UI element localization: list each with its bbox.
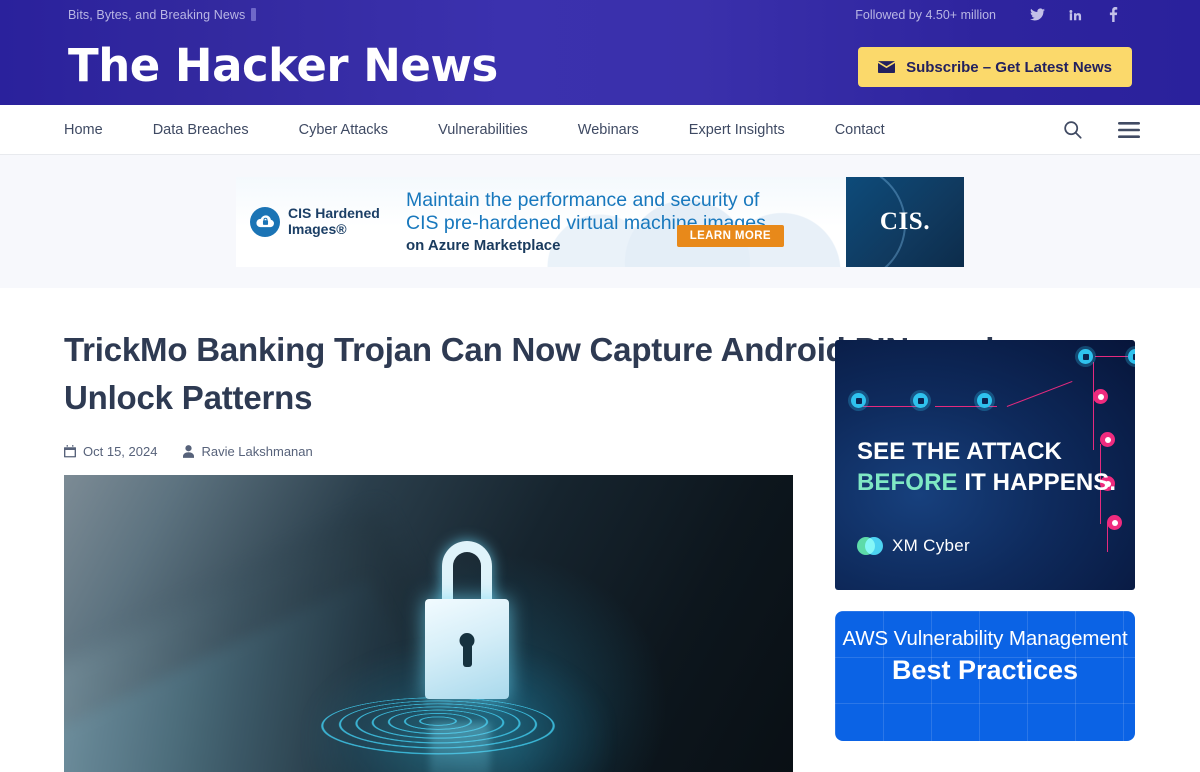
subscribe-button[interactable]: Subscribe – Get Latest News bbox=[858, 47, 1132, 87]
article-column: TrickMo Banking Trojan Can Now Capture A… bbox=[64, 288, 1064, 772]
user-icon bbox=[183, 445, 195, 458]
site-tagline-text: Bits, Bytes, and Breaking News bbox=[68, 7, 246, 22]
xm-node-server-2 bbox=[913, 393, 928, 408]
top-bar: Bits, Bytes, and Breaking News Followed … bbox=[0, 0, 1200, 29]
sidebar: SEE THE ATTACK BEFORE IT HAPPENS. XM Cyb… bbox=[835, 288, 1135, 772]
top-bar-right: Followed by 4.50+ million bbox=[855, 2, 1132, 28]
xm-ad-line2-rest: IT HAPPENS. bbox=[957, 469, 1117, 496]
site-header: Bits, Bytes, and Breaking News Followed … bbox=[0, 0, 1200, 105]
xm-cyber-ad[interactable]: SEE THE ATTACK BEFORE IT HAPPENS. XM Cyb… bbox=[835, 340, 1135, 590]
subscribe-button-label: Subscribe – Get Latest News bbox=[906, 58, 1112, 76]
hamburger-menu-icon[interactable] bbox=[1118, 121, 1140, 138]
follower-count: Followed by 4.50+ million bbox=[855, 7, 996, 22]
envelope-icon bbox=[878, 60, 896, 74]
site-logo[interactable]: The Hacker News bbox=[68, 43, 498, 88]
cis-ad-copy: Maintain the performance and security of… bbox=[402, 189, 846, 254]
aws-ad-line2: Best Practices bbox=[891, 655, 1079, 685]
padlock-reflection bbox=[430, 723, 490, 772]
page-content: TrickMo Banking Trojan Can Now Capture A… bbox=[0, 288, 1200, 772]
nav-icons bbox=[1063, 120, 1140, 139]
cis-cloud-lock-icon bbox=[250, 206, 280, 237]
cis-hardened-images-ad[interactable]: CIS Hardened Images® Maintain the perfor… bbox=[236, 176, 964, 267]
xm-node-server-1 bbox=[851, 393, 866, 408]
facebook-icon[interactable] bbox=[1094, 2, 1132, 28]
linkedin-icon[interactable] bbox=[1056, 2, 1094, 28]
xm-node-crown-jewel bbox=[1107, 515, 1122, 530]
nav-item-webinars[interactable]: Webinars bbox=[553, 122, 664, 138]
xm-node-server-4 bbox=[1078, 349, 1093, 364]
nav-item-cyber-attacks[interactable]: Cyber Attacks bbox=[274, 122, 413, 138]
article-date: Oct 15, 2024 bbox=[64, 444, 157, 459]
main-navigation: Home Data Breaches Cyber Attacks Vulnera… bbox=[0, 105, 1200, 155]
cis-learn-more-button[interactable]: LEARN MORE bbox=[676, 225, 784, 247]
xm-node-alert bbox=[1093, 389, 1108, 404]
xm-logo-icon bbox=[857, 537, 883, 555]
nav-links: Home Data Breaches Cyber Attacks Vulnera… bbox=[64, 122, 1063, 138]
xm-node-server-5 bbox=[1128, 349, 1135, 364]
twitter-icon[interactable] bbox=[1018, 2, 1056, 28]
cis-headline-line1: Maintain the performance and security of bbox=[406, 189, 760, 211]
search-icon[interactable] bbox=[1063, 120, 1082, 139]
nav-item-contact[interactable]: Contact bbox=[810, 122, 910, 138]
header-main: The Hacker News Subscribe – Get Latest N… bbox=[0, 29, 1200, 105]
cis-brand-line2: Images® bbox=[288, 220, 347, 237]
nav-item-vulnerabilities[interactable]: Vulnerabilities bbox=[413, 122, 553, 138]
article-date-text: Oct 15, 2024 bbox=[83, 444, 158, 459]
site-tagline: Bits, Bytes, and Breaking News bbox=[68, 7, 257, 22]
aws-vulnerability-management-ad[interactable]: AWS Vulnerability Management Best Practi… bbox=[835, 611, 1135, 741]
nav-item-home[interactable]: Home bbox=[64, 122, 128, 138]
tagline-bar-icon bbox=[251, 8, 257, 21]
cis-brand-text: CIS Hardened Images® bbox=[288, 204, 380, 237]
cis-logo-text: CIS. bbox=[879, 207, 931, 235]
xm-ad-headline: SEE THE ATTACK BEFORE IT HAPPENS. bbox=[857, 436, 1116, 498]
leaderboard-ad-strip: CIS Hardened Images® Maintain the perfor… bbox=[0, 155, 1200, 288]
xm-ad-line1: SEE THE ATTACK bbox=[857, 438, 1062, 465]
article-author: Ravie Lakshmanan bbox=[183, 444, 313, 459]
calendar-icon bbox=[64, 445, 76, 458]
nav-item-expert-insights[interactable]: Expert Insights bbox=[664, 122, 810, 138]
cis-logo-panel: CIS. bbox=[846, 176, 964, 267]
xm-ad-line2-accent: BEFORE bbox=[857, 469, 958, 496]
article-hero-image[interactable] bbox=[64, 475, 793, 772]
xm-cyber-logo: XM Cyber bbox=[857, 536, 970, 556]
article-author-name[interactable]: Ravie Lakshmanan bbox=[201, 444, 312, 459]
padlock-icon bbox=[419, 541, 515, 701]
aws-ad-line1: AWS Vulnerability Management bbox=[842, 627, 1128, 650]
xm-ad-line2: BEFORE IT HAPPENS. bbox=[857, 467, 1116, 498]
xm-node-server-3 bbox=[977, 393, 992, 408]
cis-brand-line1: CIS Hardened bbox=[288, 204, 380, 221]
nav-item-data-breaches[interactable]: Data Breaches bbox=[128, 122, 274, 138]
xm-logo-text: XM Cyber bbox=[892, 536, 970, 555]
cis-brand-lockup: CIS Hardened Images® bbox=[236, 204, 402, 237]
